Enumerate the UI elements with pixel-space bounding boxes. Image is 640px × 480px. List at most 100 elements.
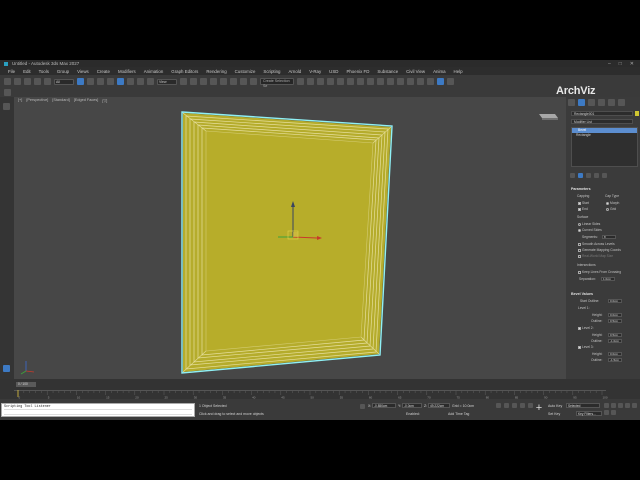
reference-coordinate-dropdown[interactable]: View (157, 78, 177, 85)
modify-tab-icon[interactable] (578, 99, 585, 106)
start-outline-spinner[interactable]: 0.0cm (608, 299, 622, 303)
close-button[interactable]: ✕ (630, 61, 634, 67)
auto-key-button[interactable]: Auto Key (548, 404, 562, 408)
key-mode-dropdown[interactable]: Selected (566, 403, 600, 408)
pin-stack-icon[interactable] (570, 173, 575, 178)
x-coordinate-field[interactable]: -0.850cm (372, 403, 396, 408)
menu-graph-editors[interactable]: Graph Editors (167, 69, 202, 74)
named-selection-set-dropdown[interactable]: Create Selection Se (260, 78, 294, 88)
orbit-icon[interactable] (604, 410, 609, 415)
layer-explorer-icon[interactable] (317, 78, 324, 85)
add-time-tag[interactable]: Add Time Tag (448, 412, 469, 416)
parameters-rollout-header[interactable]: Parameters (571, 187, 591, 191)
render-production-icon[interactable] (387, 78, 394, 85)
modeling-ribbon-icon[interactable] (4, 89, 11, 96)
menu-modifiers[interactable]: Modifiers (114, 69, 140, 74)
zoom-extents-icon[interactable] (618, 403, 623, 408)
rendered-frame-window-icon[interactable] (377, 78, 384, 85)
linear-sides-radio[interactable]: Linear Sides (578, 222, 600, 226)
generate-mapping-checkbox[interactable]: Generate Mapping Coords (578, 248, 621, 252)
real-world-map-size-checkbox[interactable]: Real-World Map Size (578, 254, 613, 258)
cap-morph-radio[interactable]: Morph (606, 201, 619, 205)
pivot-center-icon[interactable] (180, 78, 187, 85)
play-icon[interactable] (512, 403, 517, 408)
show-end-result-icon[interactable] (578, 173, 583, 178)
scene-explorer-tab-icon[interactable] (3, 365, 10, 372)
schematic-view-icon[interactable] (347, 78, 354, 85)
level1-height-spinner[interactable]: 0.0cm (608, 313, 622, 317)
project-folder-icon[interactable] (447, 78, 454, 85)
maximize-viewport-icon[interactable] (611, 410, 616, 415)
place-icon[interactable] (147, 78, 154, 85)
menu-animation[interactable]: Animation (140, 69, 168, 74)
menu-vray[interactable]: V-Ray (305, 69, 325, 74)
motion-tab-icon[interactable] (598, 99, 605, 106)
angle-snap-icon[interactable] (220, 78, 227, 85)
move-icon[interactable] (117, 78, 124, 85)
arnold-render-icon[interactable] (417, 78, 424, 85)
remove-modifier-icon[interactable] (594, 173, 599, 178)
curve-editor-icon[interactable] (337, 78, 344, 85)
menu-views[interactable]: Views (73, 69, 93, 74)
maxscript-listener[interactable]: Scripting Tool Listener (1, 403, 195, 417)
viewcube-icon[interactable] (536, 110, 560, 124)
workspace-icon[interactable] (427, 78, 434, 85)
utilities-tab-icon[interactable] (618, 99, 625, 106)
level2-height-spinner[interactable]: 0.5cm (608, 333, 622, 337)
redo-icon[interactable] (14, 78, 21, 85)
set-key-plus-icon[interactable]: + (533, 403, 545, 415)
level3-height-spinner[interactable]: 0.0cm (608, 352, 622, 356)
select-manipulate-icon[interactable] (190, 78, 197, 85)
menu-help[interactable]: Help (450, 69, 467, 74)
keep-lines-checkbox[interactable]: Keep Lines From Crossing (578, 270, 621, 274)
menu-customize[interactable]: Customize (231, 69, 260, 74)
zoom-all-icon[interactable] (611, 403, 616, 408)
make-unique-icon[interactable] (586, 173, 591, 178)
separation-spinner[interactable]: 1.0cm (601, 277, 615, 281)
vray-frame-buffer-icon[interactable] (397, 78, 404, 85)
pan-icon[interactable] (632, 403, 637, 408)
level1-outline-spinner[interactable]: 0.5cm (608, 319, 622, 323)
menu-tools[interactable]: Tools (35, 69, 53, 74)
menu-anima[interactable]: Anima (429, 69, 449, 74)
key-filters-button[interactable]: Key Filters... (576, 411, 602, 416)
bind-space-warp-icon[interactable] (44, 78, 51, 85)
previous-frame-icon[interactable] (504, 403, 509, 408)
level2-checkbox[interactable]: Level 2: (578, 326, 594, 330)
keyboard-shortcut-icon[interactable] (200, 78, 207, 85)
y-coordinate-field[interactable]: -0.0cm (402, 403, 422, 408)
bevel-values-rollout-header[interactable]: Bevel Values (571, 292, 593, 296)
level3-outline-spinner[interactable]: -1.5cm (608, 358, 622, 362)
z-coordinate-field[interactable]: 49.222cm (428, 403, 450, 408)
capping-start-checkbox[interactable]: Start (578, 201, 589, 205)
stack-item-rectangle[interactable]: Rectangle (572, 133, 637, 138)
perspective-viewport[interactable]: [+] [Perspective] [Standard] [Edged Face… (14, 97, 566, 379)
maximize-button[interactable]: □ (619, 61, 622, 67)
window-crossing-icon[interactable] (107, 78, 114, 85)
rectangular-selection-icon[interactable] (97, 78, 104, 85)
viewport-layout-icon[interactable] (3, 103, 10, 110)
menu-rendering[interactable]: Rendering (202, 69, 230, 74)
menu-arnold[interactable]: Arnold (284, 69, 305, 74)
selection-filter-dropdown[interactable]: All (54, 78, 74, 85)
scene-explorer-icon[interactable] (437, 78, 444, 85)
rotate-icon[interactable] (127, 78, 134, 85)
menu-civil-view[interactable]: Civil View (402, 69, 429, 74)
menu-scripting[interactable]: Scripting (259, 69, 284, 74)
select-object-icon[interactable] (77, 78, 84, 85)
spinner-snap-icon[interactable] (240, 78, 247, 85)
isolate-selection-icon[interactable] (360, 404, 365, 409)
capping-end-checkbox[interactable]: End (578, 207, 588, 211)
set-key-button[interactable]: Set Key (548, 412, 560, 416)
modifier-list-dropdown[interactable]: Modifier List (571, 119, 633, 124)
render-setup-icon[interactable] (367, 78, 374, 85)
level3-checkbox[interactable]: Level 3: (578, 345, 594, 349)
field-of-view-icon[interactable] (625, 403, 630, 408)
menu-file[interactable]: File (4, 69, 19, 74)
menu-edit[interactable]: Edit (19, 69, 35, 74)
object-color-swatch[interactable] (635, 111, 639, 116)
object-name-field[interactable]: Rectangle001 (571, 111, 633, 116)
menu-phoenix-fd[interactable]: Phoenix FD (342, 69, 373, 74)
level2-outline-spinner[interactable]: -1.0cm (608, 339, 622, 343)
snaps-toggle-icon[interactable] (210, 78, 217, 85)
